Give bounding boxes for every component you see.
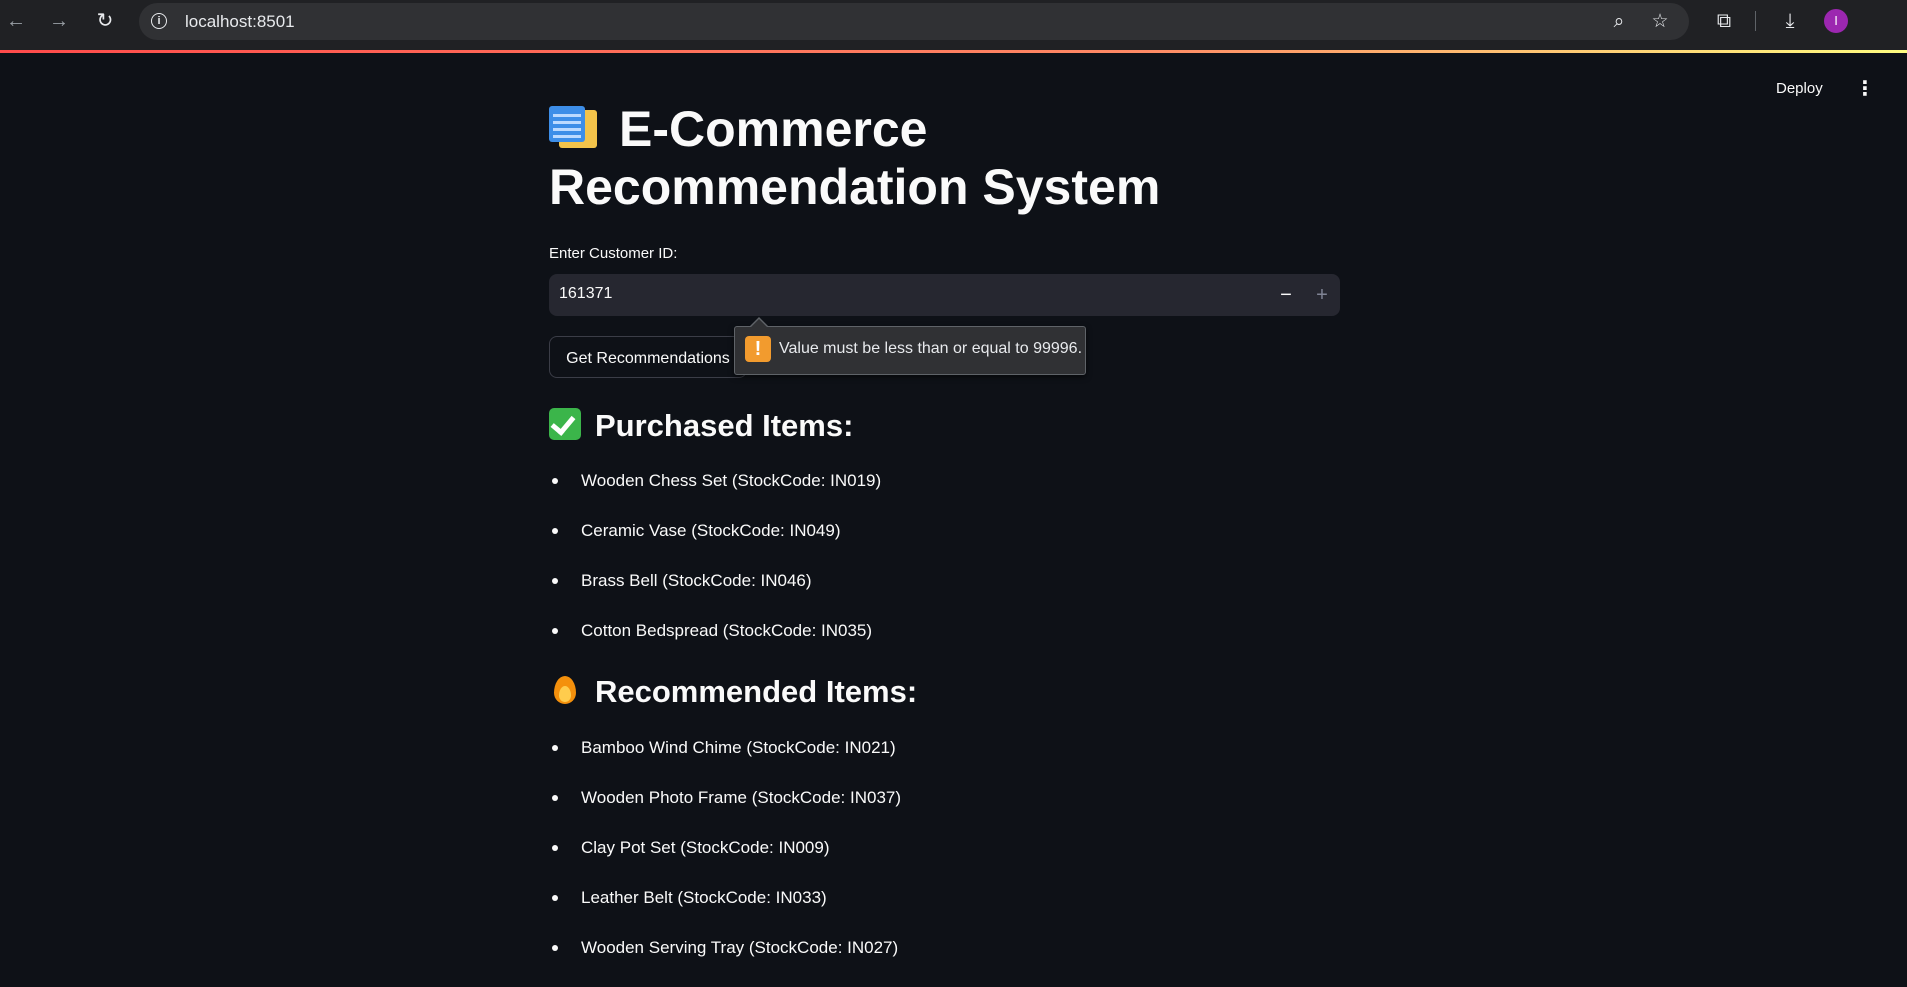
purchased-item-text: Brass Bell (StockCode: IN046): [581, 571, 812, 590]
list-item: Wooden Photo Frame (StockCode: IN037): [549, 787, 901, 837]
zoom-icon[interactable]: ⌕: [1608, 11, 1630, 33]
back-icon[interactable]: ←: [4, 9, 28, 33]
fire-icon: [549, 674, 581, 706]
reload-icon[interactable]: ↻: [93, 9, 117, 33]
purchased-item-text: Wooden Chess Set (StockCode: IN019): [581, 471, 882, 490]
purchased-item-text: Ceramic Vase (StockCode: IN049): [581, 521, 841, 540]
bullet: [552, 578, 558, 584]
customer-id-label: Enter Customer ID:: [549, 245, 678, 262]
main-content: E-Commerce Recommendation System Enter C…: [549, 100, 1341, 957]
extensions-icon[interactable]: ⧉: [1712, 9, 1736, 33]
get-recommendations-button[interactable]: Get Recommendations: [549, 336, 747, 378]
list-item: Cotton Bedspread (StockCode: IN035): [549, 620, 881, 670]
bullet: [552, 895, 558, 901]
bullet: [552, 628, 558, 634]
page-title: E-Commerce Recommendation System: [549, 100, 1341, 216]
browser-toolbar: ← → ↻ i localhost:8501 ⌕ ☆ ⧉ ⤓ I: [0, 0, 1907, 50]
site-info-icon[interactable]: i: [151, 13, 167, 29]
bullet: [552, 945, 558, 951]
recommended-list: Bamboo Wind Chime (StockCode: IN021) Woo…: [549, 737, 901, 987]
list-item: Ceramic Vase (StockCode: IN049): [549, 520, 881, 570]
validation-message: Value must be less than or equal to 9999…: [779, 340, 1083, 357]
list-item: Wooden Serving Tray (StockCode: IN027): [549, 937, 901, 987]
warning-icon: !: [745, 336, 771, 362]
recommended-item-text: Wooden Serving Tray (StockCode: IN027): [581, 938, 899, 957]
list-item: Wooden Chess Set (StockCode: IN019): [549, 470, 881, 520]
recommended-item-text: Leather Belt (StockCode: IN033): [581, 888, 827, 907]
url-text[interactable]: localhost:8501: [185, 12, 295, 32]
calendar-memo-icon: [549, 106, 603, 150]
bullet: [552, 478, 558, 484]
customer-id-value[interactable]: 161371: [559, 285, 612, 303]
bullet: [552, 795, 558, 801]
main-menu-icon[interactable]: ⋮: [1855, 79, 1875, 101]
page-title-text: E-Commerce Recommendation System: [549, 101, 1161, 215]
list-item: Leather Belt (StockCode: IN033): [549, 887, 901, 937]
deploy-button[interactable]: Deploy: [1776, 80, 1823, 97]
bookmark-star-icon[interactable]: ☆: [1649, 11, 1671, 33]
list-item: Bamboo Wind Chime (StockCode: IN021): [549, 737, 901, 787]
address-bar[interactable]: i localhost:8501 ⌕ ☆: [139, 3, 1689, 40]
purchased-heading-text: Purchased Items:: [595, 408, 854, 443]
recommended-heading-text: Recommended Items:: [595, 674, 918, 709]
bullet: [552, 745, 558, 751]
increment-button[interactable]: +: [1307, 280, 1337, 310]
decrement-button[interactable]: −: [1271, 280, 1301, 310]
recommended-item-text: Clay Pot Set (StockCode: IN009): [581, 838, 830, 857]
purchased-item-text: Cotton Bedspread (StockCode: IN035): [581, 621, 873, 640]
purchased-heading: Purchased Items:: [549, 407, 853, 445]
download-icon[interactable]: ⤓: [1778, 9, 1802, 33]
profile-avatar[interactable]: I: [1824, 9, 1848, 33]
list-item: Clay Pot Set (StockCode: IN009): [549, 837, 901, 887]
toolbar-divider: [1755, 11, 1756, 31]
recommended-item-text: Wooden Photo Frame (StockCode: IN037): [581, 788, 902, 807]
check-mark-icon: [549, 408, 581, 440]
bullet: [552, 845, 558, 851]
recommended-heading: Recommended Items:: [549, 673, 917, 711]
validation-tooltip: ! Value must be less than or equal to 99…: [734, 317, 1086, 375]
app-top-decoration: [0, 50, 1907, 53]
purchased-list: Wooden Chess Set (StockCode: IN019) Cera…: [549, 470, 881, 670]
bullet: [552, 528, 558, 534]
forward-icon[interactable]: →: [47, 9, 71, 33]
list-item: Brass Bell (StockCode: IN046): [549, 570, 881, 620]
customer-id-input[interactable]: 161371 − +: [549, 274, 1340, 316]
recommended-item-text: Bamboo Wind Chime (StockCode: IN021): [581, 738, 896, 757]
